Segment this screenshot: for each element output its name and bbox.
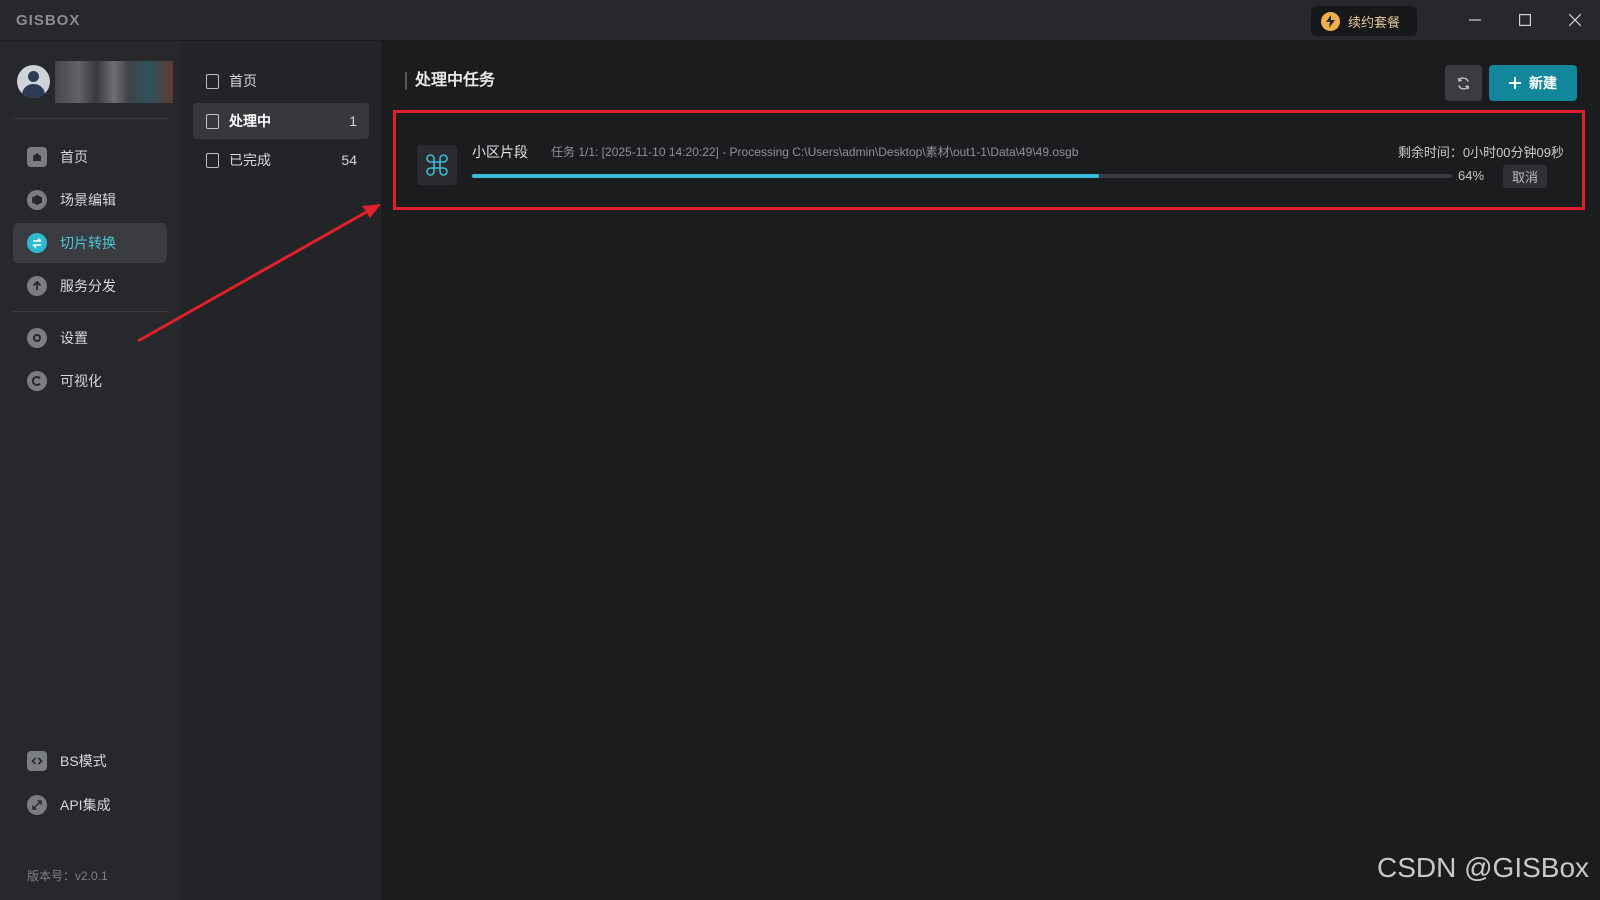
link-icon: [27, 795, 47, 815]
subnav-item-home[interactable]: 首页: [193, 63, 369, 99]
completed-count: 54: [341, 152, 357, 168]
command-icon: [417, 145, 457, 185]
refresh-button[interactable]: [1445, 65, 1482, 101]
renew-plan-button[interactable]: 续约套餐: [1311, 6, 1417, 36]
cube-icon: [27, 190, 47, 210]
task-name: 小区片段: [472, 144, 528, 160]
subnav-item-label: 已完成: [229, 152, 271, 168]
sidebar-item-label: 首页: [60, 149, 88, 165]
subnav-item-label: 首页: [229, 73, 257, 89]
progress-bar: [472, 174, 1452, 178]
main-content: 处理中任务 新建 小区片段 任务 1/1: [2025-11-10 14:20:…: [381, 41, 1600, 900]
progress-fill: [472, 174, 1100, 178]
sidebar-divider: [13, 118, 169, 119]
refresh-icon: [1458, 76, 1469, 90]
sidebar-item-label: 可视化: [60, 373, 102, 389]
subnav-item-label: 处理中: [229, 113, 271, 129]
swap-icon: [27, 233, 47, 253]
sidebar-item-label: BS模式: [60, 753, 107, 769]
new-task-label: 新建: [1529, 75, 1557, 91]
minimize-button[interactable]: [1455, 6, 1495, 34]
title-bar: GISBOX 续约套餐: [0, 0, 1600, 41]
watermark: CSDN @GISBox: [1377, 852, 1590, 883]
version-label: 版本号：v2.0.1: [27, 869, 108, 883]
plus-icon: [1509, 77, 1521, 89]
sidebar-item-bs-mode[interactable]: BS模式: [13, 741, 167, 781]
gear-icon: [27, 328, 47, 348]
sidebar-item-service-publish[interactable]: 服务分发: [13, 266, 167, 306]
sidebar-item-settings[interactable]: 设置: [13, 318, 167, 358]
sidebar-item-label: 设置: [60, 330, 88, 346]
new-task-button[interactable]: 新建: [1489, 65, 1577, 101]
renew-plan-label: 续约套餐: [1348, 14, 1401, 30]
file-check-icon: [206, 152, 219, 168]
remaining-time: 剩余时间：0小时00分钟09秒: [1397, 145, 1564, 160]
upload-icon: [27, 276, 47, 296]
subnav-item-completed[interactable]: 已完成 54: [193, 142, 369, 178]
avatar: [17, 65, 50, 98]
sidebar-item-label: 切片转换: [60, 235, 116, 251]
subnav-item-processing[interactable]: 处理中 1: [193, 103, 369, 139]
sidebar-item-api[interactable]: API集成: [13, 785, 167, 825]
visual-icon: [27, 371, 47, 391]
task-card: 小区片段 任务 1/1: [2025-11-10 14:20:22] - Pro…: [393, 110, 1585, 210]
sidebar-item-visualization[interactable]: 可视化: [13, 361, 167, 401]
maximize-button[interactable]: [1505, 6, 1545, 34]
processing-count: 1: [349, 113, 357, 129]
page-title: 处理中任务: [405, 72, 495, 90]
sidebar: 首页 场景编辑 切片转换 服务分发 设置 可视化 BS模式 API集成 版本号：…: [0, 41, 181, 900]
maximize-icon: [1519, 14, 1531, 26]
sidebar-item-label: API集成: [60, 797, 111, 813]
sub-navigation: 首页 处理中 1 已完成 54: [181, 41, 381, 900]
progress-percent: 64%: [1458, 168, 1485, 183]
minimize-icon: [1469, 19, 1481, 21]
home-icon: [206, 73, 219, 89]
sidebar-item-label: 服务分发: [60, 278, 116, 294]
sidebar-item-home[interactable]: 首页: [13, 137, 167, 177]
sidebar-divider: [13, 311, 169, 312]
code-icon: [27, 751, 47, 771]
sidebar-item-label: 场景编辑: [60, 192, 116, 208]
sidebar-item-tile-convert[interactable]: 切片转换: [13, 223, 167, 263]
username-redacted: [55, 61, 173, 103]
app-logo: GISBOX: [16, 12, 81, 29]
home-icon: [27, 147, 47, 167]
cancel-button[interactable]: 取消: [1503, 165, 1547, 188]
user-profile[interactable]: [17, 61, 173, 103]
file-upload-icon: [206, 113, 219, 129]
lightning-icon: [1321, 11, 1340, 31]
close-button[interactable]: [1555, 6, 1595, 34]
sidebar-item-scene-edit[interactable]: 场景编辑: [13, 180, 167, 220]
task-description: 任务 1/1: [2025-11-10 14:20:22] - Processi…: [551, 145, 1079, 159]
close-icon: [1569, 14, 1581, 26]
